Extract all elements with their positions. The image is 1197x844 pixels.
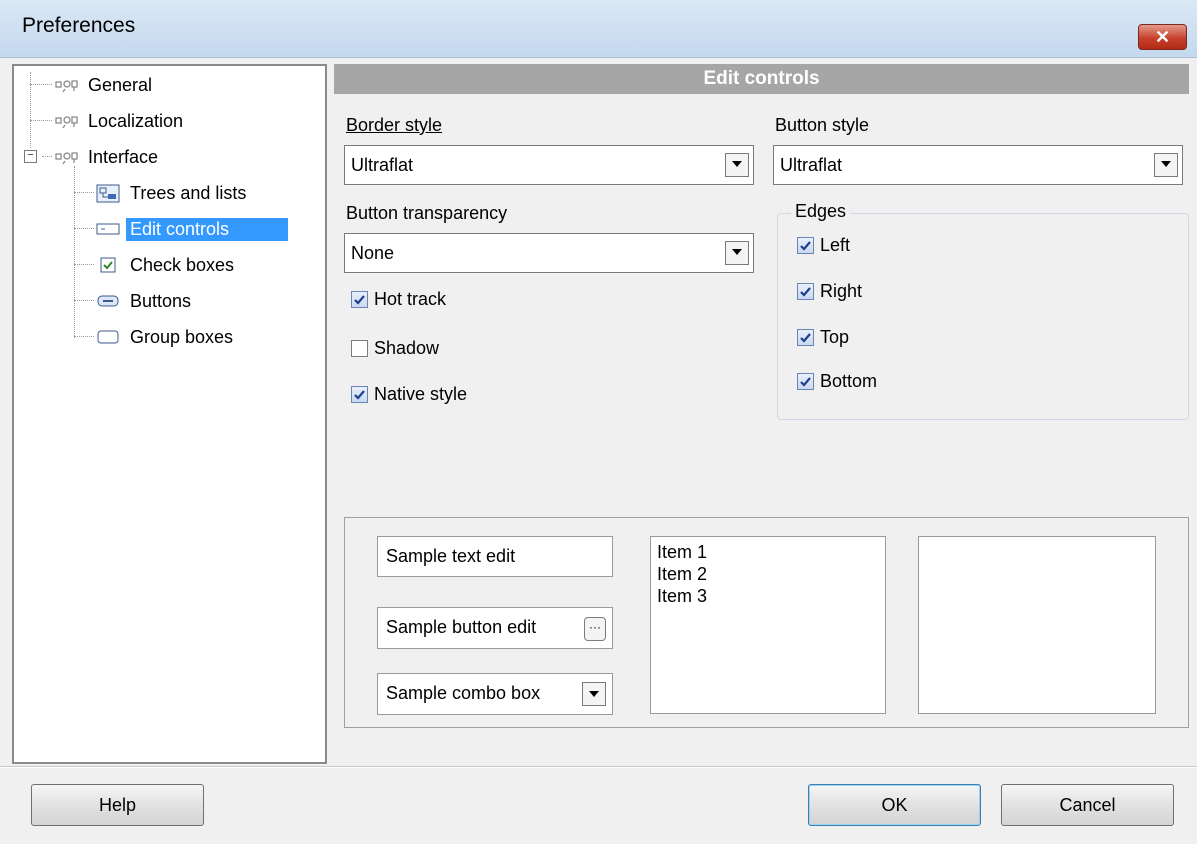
dropdown-arrow-icon[interactable] (582, 682, 606, 706)
tree-item-edit-controls[interactable]: Edit controls (96, 214, 288, 244)
dropdown-arrow-icon[interactable] (725, 153, 749, 177)
settings-node-icon (54, 148, 80, 166)
border-style-label: Border style (346, 115, 443, 135)
tree-item-label: General (88, 74, 153, 95)
tree-item-label: Group boxes (130, 326, 234, 347)
sample-combo-box-value: Sample combo box (386, 683, 541, 703)
edge-top-label: Top (820, 326, 850, 347)
group-box-icon (96, 328, 122, 346)
help-button[interactable]: Help (31, 784, 204, 826)
list-item[interactable]: Item 1 (657, 541, 707, 563)
border-style-value: Ultraflat (351, 155, 414, 175)
checkbox-box (351, 385, 368, 403)
sample-button-edit-value: Sample button edit (386, 617, 537, 637)
native-style-checkbox[interactable]: Native style (351, 381, 467, 407)
window-title: Preferences (22, 14, 136, 37)
tree-item-general[interactable]: General (54, 70, 156, 100)
sample-combo-box[interactable]: Sample combo box (377, 673, 613, 715)
shadow-checkbox[interactable]: Shadow (351, 335, 439, 361)
ellipsis-button[interactable]: ··· (584, 617, 606, 641)
hot-track-checkbox[interactable]: Hot track (351, 286, 446, 312)
checkbox-box (797, 328, 814, 346)
collapse-icon[interactable]: − (24, 150, 37, 163)
tree-item-label: Edit controls (126, 217, 288, 241)
tree-item-trees-and-lists[interactable]: Trees and lists (96, 178, 250, 208)
checkbox-box (797, 236, 814, 254)
title-bar (0, 0, 1197, 58)
cancel-button[interactable]: Cancel (1001, 784, 1174, 826)
shadow-label: Shadow (374, 337, 440, 358)
button-icon (96, 292, 122, 310)
edit-control-icon (96, 220, 122, 238)
checkbox-icon (96, 256, 122, 274)
tree-item-group-boxes[interactable]: Group boxes (96, 322, 237, 352)
edge-bottom-checkbox[interactable]: Bottom (797, 368, 877, 394)
button-style-label: Button style (775, 115, 870, 135)
checkbox-box (351, 339, 368, 357)
tree-item-localization[interactable]: Localization (54, 106, 187, 136)
edge-top-checkbox[interactable]: Top (797, 324, 849, 350)
tree-item-label: Localization (88, 110, 184, 131)
settings-node-icon (54, 112, 80, 130)
sample-button-edit[interactable]: Sample button edit ··· (377, 607, 613, 649)
sample-text-edit-value: Sample text edit (386, 546, 516, 566)
dropdown-arrow-icon[interactable] (725, 241, 749, 265)
button-transparency-value: None (351, 243, 395, 263)
button-style-select[interactable]: Ultraflat (773, 145, 1183, 185)
settings-node-icon (54, 76, 80, 94)
tree-item-label: Buttons (130, 290, 192, 311)
sample-text-edit[interactable]: Sample text edit (377, 536, 613, 577)
edge-left-checkbox[interactable]: Left (797, 232, 850, 258)
button-transparency-select[interactable]: None (344, 233, 754, 273)
checkbox-box (351, 290, 368, 308)
button-transparency-label: Button transparency (346, 203, 508, 223)
tree-item-label: Check boxes (130, 254, 235, 275)
tree-list-icon (96, 184, 122, 203)
preferences-tree[interactable]: − General Localization Interface Trees a… (12, 64, 327, 764)
tree-item-interface[interactable]: Interface (54, 142, 162, 172)
ellipsis-icon: ··· (589, 620, 601, 634)
sample-list-box[interactable]: Item 1 Item 2 Item 3 (650, 536, 886, 714)
section-header: Edit controls (334, 64, 1189, 94)
divider (0, 766, 1197, 768)
native-style-label: Native style (374, 383, 468, 404)
border-style-select[interactable]: Ultraflat (344, 145, 754, 185)
tree-item-label: Trees and lists (130, 182, 247, 203)
button-style-value: Ultraflat (780, 155, 843, 175)
dropdown-arrow-icon[interactable] (1154, 153, 1178, 177)
tree-item-check-boxes[interactable]: Check boxes (96, 250, 238, 280)
edge-right-label: Right (820, 280, 863, 301)
list-item[interactable]: Item 2 (657, 563, 707, 585)
tree-item-buttons[interactable]: Buttons (96, 286, 195, 316)
sample-memo[interactable] (918, 536, 1156, 714)
hot-track-label: Hot track (374, 288, 447, 309)
edge-bottom-label: Bottom (820, 370, 878, 391)
close-icon: ✕ (1154, 27, 1171, 47)
edge-right-checkbox[interactable]: Right (797, 278, 862, 304)
list-item[interactable]: Item 3 (657, 585, 707, 607)
checkbox-box (797, 282, 814, 300)
edges-legend: Edges (791, 201, 851, 222)
tree-item-label: Interface (88, 146, 159, 167)
close-button[interactable]: ✕ (1138, 24, 1187, 50)
checkbox-box (797, 372, 814, 390)
edge-left-label: Left (820, 234, 851, 255)
ok-button[interactable]: OK (808, 784, 981, 826)
